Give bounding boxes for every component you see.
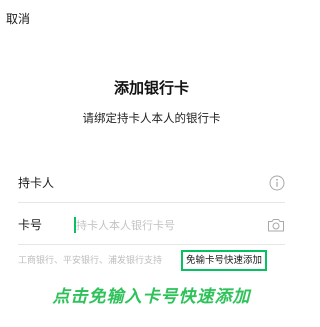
supported-banks-text: 工商银行、平安银行、浦发银行支持 — [18, 256, 163, 266]
info-icon[interactable] — [269, 175, 285, 191]
cancel-button[interactable]: 取消 — [6, 11, 30, 27]
divider — [18, 202, 285, 203]
card-number-input[interactable] — [76, 215, 256, 235]
divider — [18, 244, 285, 245]
card-number-label: 卡号 — [18, 218, 43, 232]
camera-icon[interactable] — [267, 217, 285, 233]
cardholder-row: 持卡人 — [18, 166, 285, 202]
page-subtitle: 请绑定持卡人本人的银行卡 — [82, 111, 221, 125]
cardholder-label: 持卡人 — [18, 176, 55, 190]
page-title: 添加银行卡 — [113, 79, 189, 97]
annotation-caption: 点击免输入卡号快速添加 — [52, 287, 251, 307]
quick-add-link[interactable]: 免输卡号快速添加 — [181, 250, 268, 271]
card-number-row: 卡号 — [18, 208, 285, 244]
